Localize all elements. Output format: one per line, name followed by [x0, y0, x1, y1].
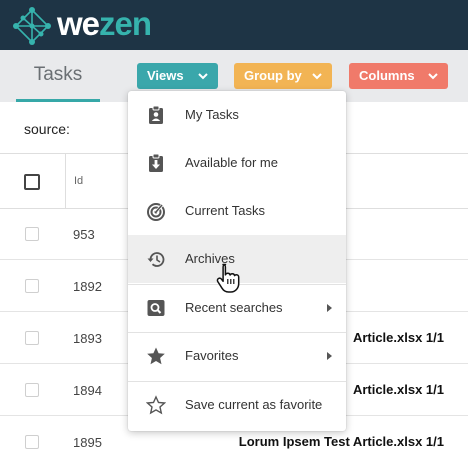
logo-network-icon [13, 7, 51, 45]
source-label: source: [24, 121, 70, 137]
column-header-id[interactable]: Id [74, 175, 83, 187]
row-id: 1894 [73, 383, 102, 398]
menu-item-label: Available for me [185, 155, 278, 170]
tab-tasks[interactable]: Tasks [16, 50, 100, 102]
menu-item-label: My Tasks [185, 107, 239, 122]
search-box-icon [147, 300, 165, 316]
views-button-label: Views [147, 68, 184, 83]
views-dropdown-menu: My Tasks Available for me Current Tasks … [128, 91, 346, 431]
row-checkbox[interactable] [25, 227, 39, 241]
row-id: 1892 [73, 279, 102, 294]
row-id: 1893 [73, 331, 102, 346]
chevron-down-icon [428, 73, 438, 80]
logo-wordmark: wezen [57, 5, 152, 42]
select-all-checkbox[interactable] [24, 174, 40, 190]
row-checkbox[interactable] [25, 331, 39, 345]
row-name: Article.xlsx 1/1 [352, 382, 444, 397]
row-name: Lorum Ipsem Test Article.xlsx 1/1 [238, 434, 444, 449]
star-outline-icon [146, 395, 166, 415]
history-icon [147, 252, 165, 267]
menu-item-label: Favorites [185, 348, 239, 363]
columns-button-label: Columns [359, 68, 415, 83]
clipboard-user-icon [149, 105, 163, 124]
logo-part-2: zen [99, 5, 152, 42]
star-filled-icon [147, 347, 165, 365]
submenu-arrow-icon [327, 352, 332, 360]
views-button[interactable]: Views [137, 63, 218, 89]
menu-item-my-tasks[interactable]: My Tasks [128, 91, 346, 139]
column-divider [65, 154, 66, 209]
logo-part-1: we [57, 5, 100, 42]
menu-item-available-for-me[interactable]: Available for me [128, 139, 346, 187]
group-by-button[interactable]: Group by [234, 63, 332, 89]
clipboard-download-icon [149, 153, 163, 172]
group-by-button-label: Group by [244, 68, 302, 83]
chevron-down-icon [198, 73, 208, 80]
app-header: wezen [0, 0, 468, 50]
target-icon [147, 203, 165, 221]
row-id: 953 [73, 227, 95, 242]
chevron-down-icon [312, 73, 322, 80]
columns-button[interactable]: Columns [349, 63, 448, 89]
submenu-arrow-icon [327, 304, 332, 312]
row-id: 1895 [73, 435, 102, 450]
row-name: Article.xlsx 1/1 [352, 330, 444, 345]
menu-item-label: Current Tasks [185, 203, 265, 218]
row-checkbox[interactable] [25, 435, 39, 449]
menu-item-label: Save current as favorite [185, 397, 323, 412]
row-checkbox[interactable] [25, 279, 39, 293]
hand-pointer-cursor-icon [216, 263, 240, 293]
menu-item-label: Recent searches [185, 300, 283, 315]
menu-item-save-current-as-favorite[interactable]: Save current as favorite [128, 381, 346, 429]
menu-item-favorites[interactable]: Favorites [128, 332, 346, 380]
row-checkbox[interactable] [25, 383, 39, 397]
menu-item-current-tasks[interactable]: Current Tasks [128, 187, 346, 235]
